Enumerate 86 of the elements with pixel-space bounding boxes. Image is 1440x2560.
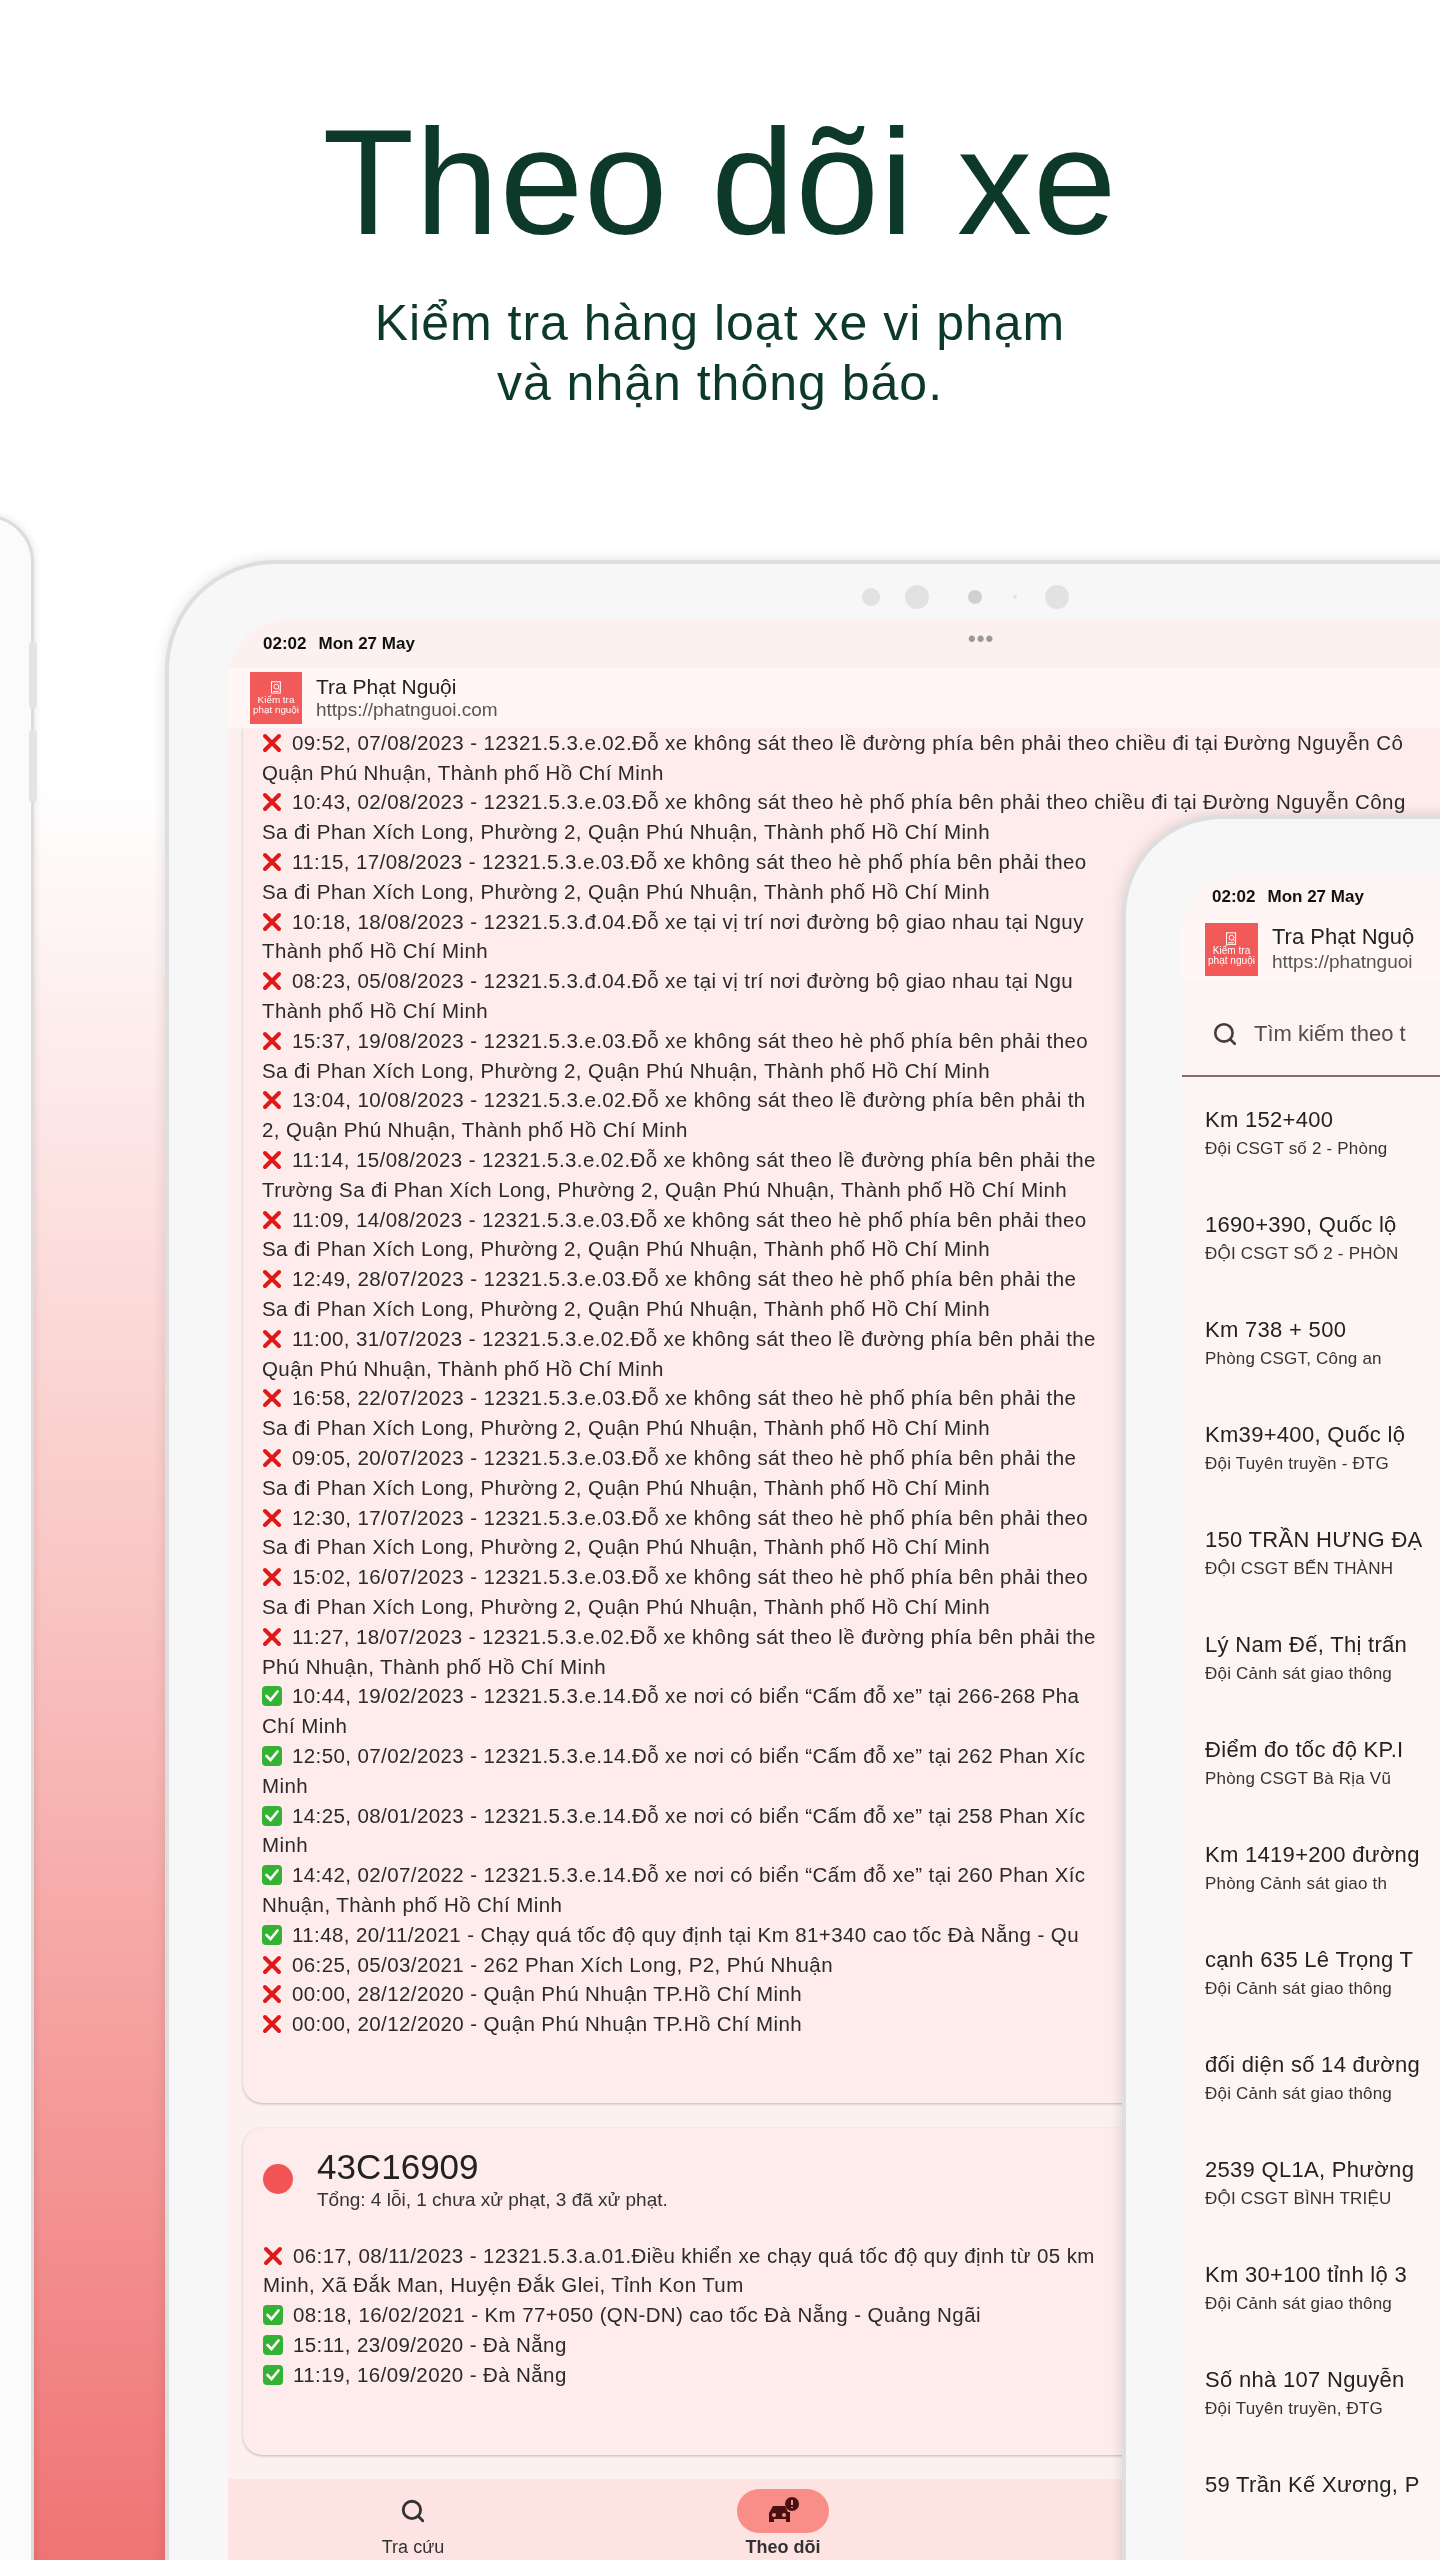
violation-text: Quận Phú Nhuận, Thành phố Hồ Chí Minh [262,760,664,785]
violation-text: 2, Quận Phú Nhuận, Thành phố Hồ Chí Minh [262,1118,688,1143]
violation-text: 06:25, 05/03/2021 - 262 Phan Xích Long, P2, Phú Nhuận [292,1952,833,1977]
violation-text: 09:05, 20/07/2023 - 12321.5.3.e.03.Đỗ xe không sát theo hè phố phía bên phải the [292,1446,1077,1470]
violation-text: Sa đi Phan Xích Long, Phường 2, Quận Phú Nhuận, Thành phố Hồ Chí Minh [262,1237,990,1262]
location-item[interactable]: Km 1419+200 đường Phòng Cảnh sát giao th [1182,1832,1440,1937]
violation-text: 00:00, 20/12/2020 - Quận Phú Nhuận TP.Hồ Chí Minh [292,2012,803,2037]
violation-text: Sa đi Phan Xích Long, Phường 2, Quận Phú Nhuận, Thành phố Hồ Chí Minh [262,1297,990,1322]
search-field[interactable]: Tìm kiếm theo t [1254,1021,1440,1047]
app-url: https://phatnguoi [1272,950,1414,974]
violation-text: 11:15, 17/08/2023 - 12321.5.3.e.03.Đỗ xe không sát theo hè phố phía bên phải theo [292,850,1087,875]
violation-text: Phú Nhuận, Thành phố Hồ Chí Minh [262,1654,607,1679]
violation-text: Sa đi Phan Xích Long, Phường 2, Quận Phú Nhuận, Thành phố Hồ Chí Minh [262,820,990,845]
plate-number: 43C16909 [317,2146,480,2188]
violation-text: 11:09, 14/08/2023 - 12321.5.3.e.03.Đỗ xe không sát theo hè phố phía bên phải theo [292,1207,1087,1232]
location-item[interactable]: Km 152+400 Đội CSGT số 2 - Phòng [1182,1097,1440,1202]
side-key [29,642,37,708]
violation-text: Sa đi Phan Xích Long, Phường 2, Quận Phú Nhuận, Thành phố Hồ Chí Minh [262,879,990,904]
logo-caption: Kiểm tra [1212,946,1251,957]
violation-text: 15:37, 19/08/2023 - 12321.5.3.e.03.Đỗ xe không sát theo hè phố phía bên phải theo [292,1028,1089,1053]
violation-text: 08:18, 16/02/2021 - Km 77+050 (QN-DN) cao tốc Đà Nẵng - Quảng Ngãi [293,2303,981,2328]
app-name: Tra Phạt Nguộ [1272,924,1415,951]
violation-text: 11:14, 15/08/2023 - 12321.5.3.e.02.Đỗ xe không sát theo lề đường phía bên phải the [292,1148,1096,1173]
violation-text: 10:18, 18/08/2023 - 12321.5.3.đ.04.Đỗ xe tại vị trí nơi đường bộ giao nhau tại Nguy [292,909,1084,934]
violation-text: Thành phố Hồ Chí Minh [262,999,489,1024]
violation-text: 09:52, 07/08/2023 - 12321.5.3.e.02.Đỗ xe không sát theo lề đường phía bên phải theo chiều đi tại Đường Nguyễn Cô [292,730,1404,755]
violation-text: Quận Phú Nhuận, Thành phố Hồ Chí Minh [262,1356,664,1381]
logo-caption: Kiểm tra [257,695,295,706]
violation-text: Sa đi Phan Xích Long, Phường 2, Quận Phú Nhuận, Thành phố Hồ Chí Minh [262,1416,990,1441]
location-item[interactable]: Km 738 + 500 Phòng CSGT, Công an [1182,1307,1440,1412]
location-item[interactable]: 2539 QL1A, Phường ĐỘI CSGT BÌNH TRIỆU [1182,2147,1440,2252]
location-item[interactable]: Km39+400, Quốc lộ Đội Tuyên truyền - ĐTG [1182,1412,1440,1517]
nav-tab[interactable]: Tra cứu [228,2489,598,2560]
violation-text: 11:48, 20/11/2021 - Chạy quá tốc độ quy định tại Km 81+340 cao tốc Đà Nẵng - Qu [292,1922,1079,1947]
violation-text: 12:30, 17/07/2023 - 12321.5.3.e.03.Đỗ xe không sát theo hè phố phía bên phải theo [292,1505,1089,1530]
app-name: Tra Phạt Nguội [316,674,458,700]
location-item[interactable]: Điểm đo tốc độ KP.I Phòng CSGT Bà Rịa Vũ [1182,1727,1440,1832]
location-item[interactable]: Km 30+100 tỉnh lộ 3 Đội Cảnh sát giao thông [1182,2252,1440,2357]
status-date: Mon 27 May [1267,887,1364,907]
violation-text: 13:04, 10/08/2023 - 12321.5.3.e.02.Đỗ xe không sát theo lề đường phía bên phải th [292,1088,1086,1113]
violation-text: 11:00, 31/07/2023 - 12321.5.3.e.02.Đỗ xe không sát theo lề đường phía bên phải the [292,1326,1096,1351]
status-time: 02:02 [263,634,307,654]
violation-text: 14:42, 02/07/2022 - 12321.5.3.e.14.Đỗ xe nơi có biển “Cấm đỗ xe” tại 260 Phan Xíc [292,1863,1086,1888]
violation-text: 10:44, 19/02/2023 - 12321.5.3.e.14.Đỗ xe nơi có biển “Cấm đỗ xe” tại 266-268 Pha [292,1684,1080,1709]
logo-caption: phạt nguội [1208,956,1255,967]
violation-text: Chí Minh [262,1714,348,1739]
violation-text: 12:50, 07/02/2023 - 12321.5.3.e.14.Đỗ xe nơi có biển “Cấm đỗ xe” tại 262 Phan Xíc [292,1744,1086,1768]
app-url: https://phatnguoi.com [316,699,498,722]
violation-text: 16:58, 22/07/2023 - 12321.5.3.e.03.Đỗ xe không sát theo hè phố phía bên phải the [292,1386,1077,1411]
violation-text: 12:49, 28/07/2023 - 12321.5.3.e.03.Đỗ xe không sát theo hè phố phía bên phải the [292,1267,1077,1292]
violation-text: Thành phố Hồ Chí Minh [262,939,489,964]
violation-text: Minh [262,1773,309,1798]
page-title: Theo dõi xe [322,100,1118,265]
violation-text: Sa đi Phan Xích Long, Phường 2, Quận Phú Nhuận, Thành phố Hồ Chí Minh [262,1475,990,1500]
location-item[interactable]: 59 Trần Kế Xương, P [1182,2462,1440,2560]
location-item[interactable]: cạnh 635 Lê Trọng T Đội Cảnh sát giao thông [1182,1937,1440,2042]
violation-text: 14:25, 08/01/2023 - 12321.5.3.e.14.Đỗ xe nơi có biển “Cấm đỗ xe” tại 258 Phan Xíc [292,1803,1086,1828]
violation-text: Minh, Xã Đắk Man, Huyện Đắk Glei, Tỉnh Kon Tum [263,2273,744,2298]
violation-text: Minh [262,1833,309,1858]
location-item[interactable]: đối diện số 14 đường Đội Cảnh sát giao thông [1182,2042,1440,2147]
side-key [29,730,37,802]
violation-text: 08:23, 05/08/2023 - 12321.5.3.đ.04.Đỗ xe tại vị trí nơi đường bộ giao nhau tại Ngu [292,969,1074,994]
status-time: 02:02 [1212,887,1256,907]
violation-text: Nhuận, Thành phố Hồ Chí Minh [262,1892,563,1917]
violation-text: 15:11, 23/09/2020 - Đà Nẵng [293,2332,567,2357]
violation-text: 10:43, 02/08/2023 - 12321.5.3.e.03.Đỗ xe không sát theo hè phố phía bên phải theo chiều đi tại Đường Nguyễn Công [292,790,1406,815]
violation-summary: Tổng: 4 lỗi, 1 chưa xử phạt, 3 đã xử phạt. [317,2188,668,2212]
violation-text: 11:27, 18/07/2023 - 12321.5.3.e.02.Đỗ xe không sát theo lề đường phía bên phải the [292,1624,1096,1649]
nav-tab[interactable]: Theo dõi [598,2489,968,2560]
violation-text: Sa đi Phan Xích Long, Phường 2, Quận Phú Nhuận, Thành phố Hồ Chí Minh [262,1595,990,1619]
violation-text: Trường Sa đi Phan Xích Long, Phường 2, Quận Phú Nhuận, Thành phố Hồ Chí Minh [262,1177,1067,1202]
location-item[interactable]: 150 TRẦN HƯNG ĐẠ ĐỘI CSGT BẾN THÀNH [1182,1517,1440,1622]
violation-text: 15:02, 16/07/2023 - 12321.5.3.e.03.Đỗ xe không sát theo hè phố phía bên phải theo [292,1565,1089,1590]
search-icon [400,2498,426,2524]
location-item[interactable]: Lý Nam Đế, Thị trấn Đội Cảnh sát giao thông [1182,1622,1440,1727]
logo-caption: phạt nguội [252,705,300,716]
violation-text: 06:17, 08/11/2023 - 12321.5.3.a.01.Điều khiển xe chạy quá tốc độ quy định từ 05 km [293,2243,1095,2268]
location-item[interactable]: 1690+390, Quốc lộ ĐỘI CSGT SỐ 2 - PHÒN [1182,1202,1440,1307]
search-icon [1212,1021,1238,1047]
violation-text: 00:00, 28/12/2020 - Quận Phú Nhuận TP.Hồ Chí Minh [292,1982,803,2007]
violation-text: 11:19, 16/09/2020 - Đà Nẵng [293,2362,567,2387]
violation-text: Sa đi Phan Xích Long, Phường 2, Quận Phú Nhuận, Thành phố Hồ Chí Minh [262,1535,990,1560]
page-subtitle: Kiểm tra hàng loạt xe vi phạm và nhận thông báo. [374,294,1066,413]
location-item[interactable]: Số nhà 107 Nguyễn Đội Tuyên truyền, ĐTG [1182,2357,1440,2462]
violation-text: Sa đi Phan Xích Long, Phường 2, Quận Phú Nhuận, Thành phố Hồ Chí Minh [262,1058,990,1083]
status-date: Mon 27 May [318,634,415,654]
